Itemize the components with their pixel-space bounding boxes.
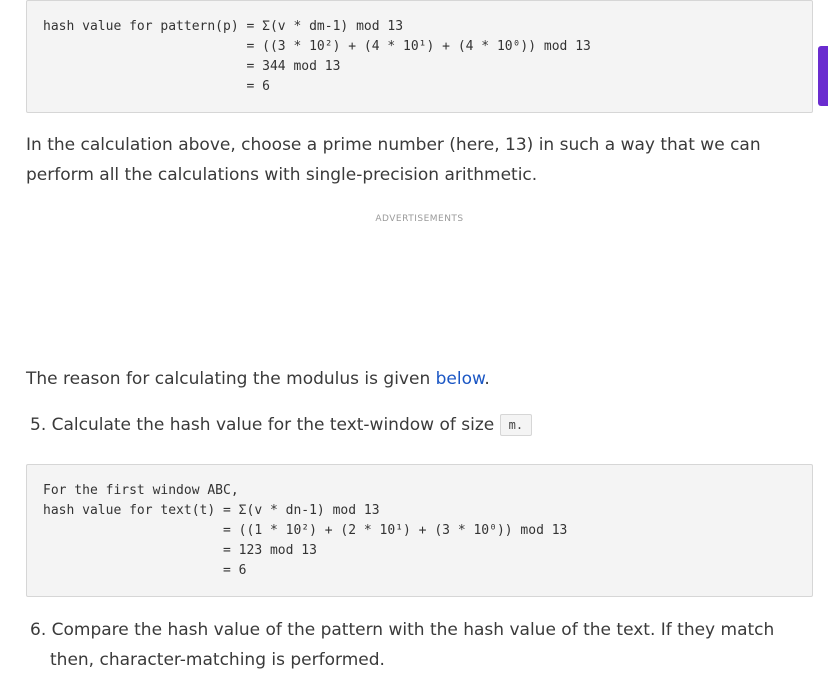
step-6: 6. Compare the hash value of the pattern… xyxy=(30,615,820,675)
step-6-text: 6. Compare the hash value of the pattern… xyxy=(30,620,775,670)
code-block-text-hash: For the first window ABC, hash value for… xyxy=(26,464,813,597)
paragraph-modulus-reason: The reason for calculating the modulus i… xyxy=(26,364,821,394)
paragraph-prime-explanation: In the calculation above, choose a prime… xyxy=(26,135,761,185)
below-link[interactable]: below xyxy=(436,369,485,389)
paragraph-text: The reason for calculating the modulus i… xyxy=(26,369,436,389)
step-5: 5. Calculate the hash value for the text… xyxy=(30,410,825,440)
paragraph-text-end: . xyxy=(484,369,490,389)
side-tab-handle[interactable] xyxy=(818,46,828,106)
code-text: hash value for pattern(p) = Σ(v * dm-1) … xyxy=(43,19,591,94)
advertisements-label: ADVERTISEMENTS xyxy=(375,214,464,224)
code-text: For the first window ABC, hash value for… xyxy=(43,483,568,578)
inline-code-m: m. xyxy=(499,414,533,436)
step-5-text: 5. Calculate the hash value for the text… xyxy=(30,415,500,435)
code-block-pattern-hash: hash value for pattern(p) = Σ(v * dm-1) … xyxy=(26,0,813,113)
